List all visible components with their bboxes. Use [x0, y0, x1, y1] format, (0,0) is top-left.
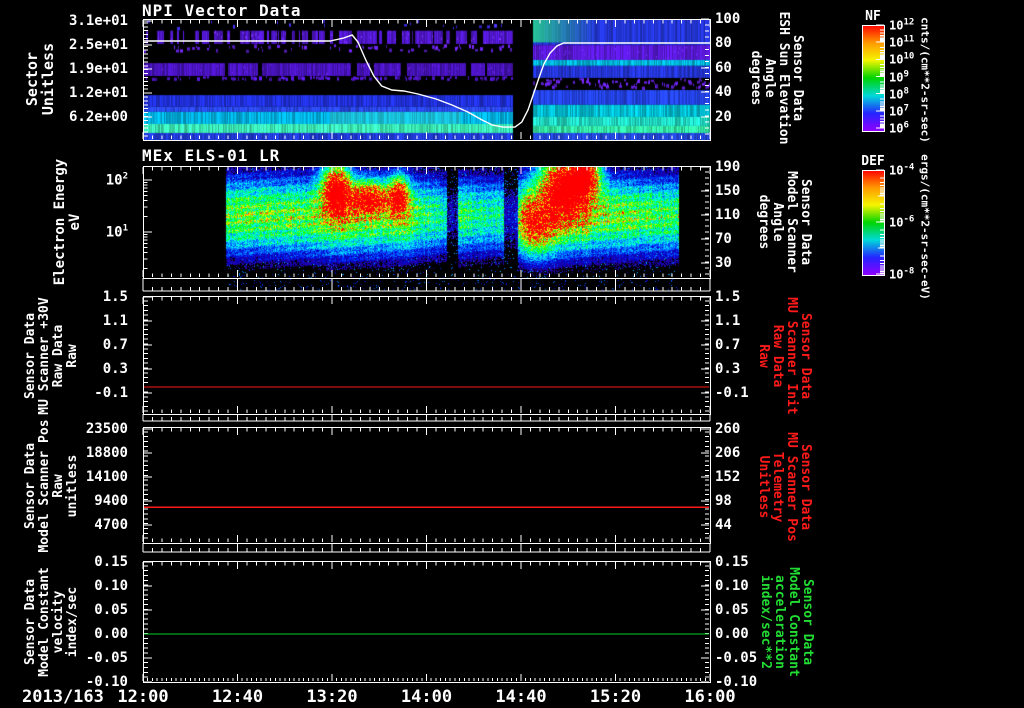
axis-label-line: degrees — [756, 194, 771, 250]
def-colorbar — [862, 170, 884, 275]
panel5-right-axis-label: Sensor Data Model Constant acceleration ind… — [758, 567, 815, 677]
panel1-right-axis-label: Sensor Data ESH Sun Elevation Angle degrees — [748, 11, 805, 145]
axis-label-line: eV — [67, 213, 83, 231]
axis-label-line: Angle — [770, 202, 785, 242]
panel4-right-axis-label: Sensor Data MU Scanner Pos Telemetry Unitle… — [756, 432, 813, 542]
x-tick-label: 12:00 — [117, 687, 169, 707]
axis-label-line: velocity — [51, 590, 66, 654]
axis-label-line: Electron Energy — [52, 158, 68, 286]
colorbar-tick-label: 1010 — [889, 51, 915, 67]
axis-label-line: unitless — [65, 454, 80, 518]
colorbar-tick-label: 107 — [889, 103, 909, 119]
axis-label-line: Sensor Data — [798, 443, 813, 531]
panel-frame — [143, 427, 711, 544]
axis-label-line: Sensor Data — [790, 34, 805, 122]
y-tick-label: 1.2e+01 — [68, 85, 128, 101]
panel3-left-axis-label: Sensor Data MU Scanner +30V Raw Data Raw — [23, 297, 80, 415]
colorbar-tick-label: 1012 — [889, 17, 915, 33]
x-tick-label: 14:40 — [495, 687, 547, 707]
axis-label-line: Unitless — [39, 42, 57, 116]
x-tick-label: 13:20 — [306, 687, 358, 707]
els-spectrogram-canvas — [143, 166, 710, 291]
axis-label-line: Angle — [762, 58, 777, 98]
axis-label-line: Raw — [756, 344, 771, 368]
colorbar-tick-label: 108 — [889, 86, 909, 102]
axis-label-line: Sensor Data — [798, 178, 813, 266]
axis-label-line: MU Scanner +30V — [37, 297, 52, 415]
npi-spectrogram-canvas — [143, 19, 710, 140]
x-tick-label: 12:40 — [211, 687, 264, 707]
panel-frame — [143, 296, 711, 415]
colorbar-tick-label: 109 — [889, 69, 909, 84]
panel2-left-axis-label: Electron Energy eV — [52, 158, 83, 286]
axis-label-line: Raw — [65, 344, 80, 368]
axis-label-line: Sensor Data — [23, 578, 38, 666]
y-tick-label: 3.1e+01 — [68, 13, 128, 29]
axis-label-line: Sensor Data — [23, 442, 38, 530]
axis-label-line: Model Scanner — [784, 171, 799, 273]
axis-label-line: Sector — [23, 51, 41, 107]
axis-label-line: acceleration — [772, 575, 787, 669]
axis-label-line: ESH Sun Elevation — [776, 11, 791, 145]
y-tick-label: 1.9e+01 — [68, 61, 128, 77]
panel4-left-axis-label: Sensor Data Model Scanner Pos Raw unitless — [23, 419, 80, 553]
axis-label-line: MU Scanner Pos — [784, 432, 799, 542]
panel2-title: MEx ELS-01 LR — [142, 146, 281, 165]
axis-label-line: index/sec**2 — [758, 575, 773, 669]
x-tick-label: 15:20 — [589, 687, 642, 707]
axis-label-line: Model Constant — [786, 567, 801, 677]
axis-label-line: Raw Data — [51, 324, 66, 388]
panel5-left-axis-label: Sensor Data Model Constant velocity index/s… — [23, 567, 80, 677]
colorbar-tick-label: 10-8 — [889, 266, 915, 282]
y-tick-label: 6.2e+00 — [68, 109, 128, 125]
nf-colorbar-title: NF — [865, 9, 881, 24]
colorbar-tick-label: 10-6 — [889, 214, 915, 230]
panel3-right-axis-label: Sensor Data MU Scanner Init Raw Data Raw — [756, 297, 813, 415]
panel1-title: NPI Vector Data — [142, 1, 302, 20]
x-tick-label: 14:00 — [400, 687, 453, 707]
axis-label-line: Sensor Data — [800, 578, 815, 666]
colorbar-tick-label: 106 — [889, 120, 909, 136]
x-tick-label: 16:00 — [684, 687, 736, 707]
y-tick-label: 2.5e+01 — [68, 37, 128, 53]
science-plot-figure: NPI Vector Data MEx ELS-01 LR NF DEF cnt… — [0, 0, 1024, 708]
axis-label-line: Model Scanner Pos — [37, 419, 52, 553]
panel-frame — [143, 561, 711, 683]
axis-label-line: Unitless — [756, 455, 771, 519]
axis-label-line: index/sec — [65, 586, 80, 658]
axis-label-line: degrees — [748, 50, 763, 106]
axis-label-line: MU Scanner Init — [784, 297, 799, 415]
panel2-right-axis-label: Sensor Data Model Scanner Angle degrees — [756, 171, 813, 273]
axis-label-line: Raw — [51, 474, 66, 498]
axis-label-line: Telemetry — [770, 451, 785, 523]
axis-label-line: Model Constant — [37, 567, 52, 677]
nf-colorbar — [862, 25, 884, 131]
axis-label-line: Sensor Data — [798, 312, 813, 400]
panel1-left-axis-label: Sector Unitless — [23, 42, 57, 116]
def-colorbar-title: DEF — [861, 154, 885, 169]
colorbar-tick-label: 10-4 — [889, 162, 915, 178]
colorbar-tick-label: 1011 — [889, 34, 915, 50]
date-label: 2013/163 — [22, 687, 104, 707]
axis-label-line: Raw Data — [770, 324, 785, 388]
axis-label-line: Sensor Data — [23, 312, 38, 400]
